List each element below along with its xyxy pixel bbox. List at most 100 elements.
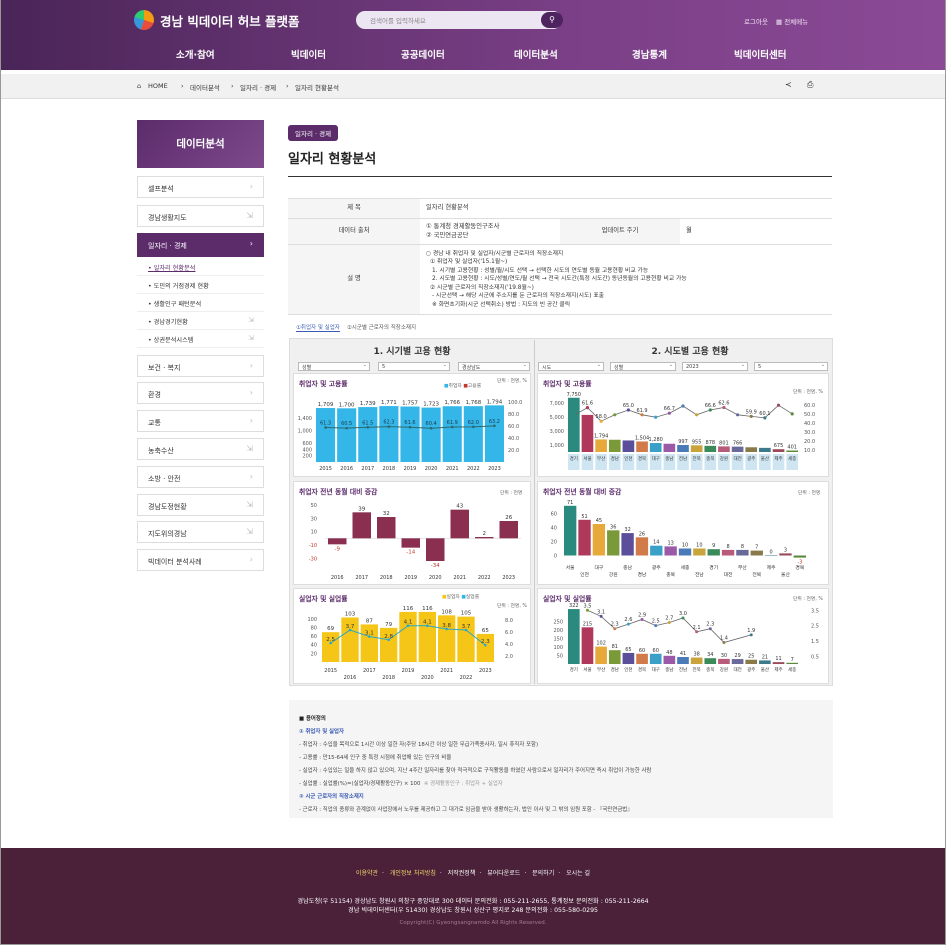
search-icon[interactable]: ⚲: [541, 12, 563, 28]
select-year[interactable]: 2023: [682, 362, 748, 371]
print-icon[interactable]: ⎙: [807, 80, 813, 90]
submenu-living-pop[interactable]: • 생활인구 패턴분석: [137, 294, 264, 312]
footer-link[interactable]: 이용약관: [356, 870, 378, 877]
nav-item-public-data[interactable]: 공공데이터: [401, 47, 445, 61]
share-icon[interactable]: ≺: [785, 80, 792, 89]
sidebar-item-map[interactable]: 지도위의경남 ⇲: [137, 521, 264, 543]
sidebar-item-environment[interactable]: 환경 ›: [137, 382, 264, 404]
nav-item-bigdata[interactable]: 빅데이터: [291, 47, 326, 61]
y-tick-label: 1,400: [298, 416, 312, 422]
data-label: 955: [692, 439, 702, 445]
submenu-economy[interactable]: • 경남경기현황 ⇲: [137, 312, 264, 330]
bar: [621, 533, 634, 556]
select-gender-right[interactable]: 성별: [610, 362, 676, 371]
y-tick-label: 50: [311, 503, 317, 509]
y-tick-label: 20: [551, 540, 557, 546]
footer-link[interactable]: 저작권정책: [448, 870, 476, 877]
x-tick-label: 대전: [724, 571, 733, 578]
x-tick-label: 2018: [380, 575, 393, 581]
bar: [721, 549, 735, 556]
breadcrumb-item: 일자리 현황분석: [295, 84, 339, 92]
chevron-right-icon: ›: [249, 239, 253, 248]
breadcrumb-item[interactable]: 데이터분석: [190, 82, 220, 92]
y-tick-label: 20.0: [804, 439, 815, 445]
footer-link[interactable]: 개인정보 처리방침: [390, 870, 436, 877]
data-label: 878: [706, 440, 716, 446]
chart-title: 취업자 전년 동월 대비 증감: [299, 488, 378, 496]
home-icon[interactable]: ⌂: [137, 82, 141, 90]
chevron-icon: ›: [231, 82, 234, 90]
y-tick-label: 60: [311, 634, 317, 640]
breadcrumb-home[interactable]: HOME: [148, 82, 168, 90]
logout-link[interactable]: 로그아웃: [744, 16, 768, 26]
nav-item-center[interactable]: 빅데이터센터: [734, 47, 786, 61]
nav-item-analysis[interactable]: 데이터분석: [514, 47, 558, 61]
x-tick-label: 인천: [580, 571, 589, 578]
sidebar-item-health[interactable]: 보건 · 복지 ›: [137, 355, 264, 377]
bar: [663, 443, 676, 452]
select-gender[interactable]: 성별: [298, 362, 370, 371]
sidebar-item-cases[interactable]: 빅데이터 분석사례 ›: [137, 549, 264, 571]
x-tick-label: 2017: [361, 466, 374, 472]
sidebar-item-agri[interactable]: 농축수산 ⇲: [137, 438, 264, 460]
submenu-commerce[interactable]: • 상권분석시스템 ⇲: [137, 330, 264, 348]
bar: [736, 549, 749, 556]
data-label: 2.3: [481, 639, 490, 645]
all-menu-button[interactable]: ▦ 전체메뉴: [776, 16, 808, 26]
site-logo[interactable]: 경남 빅데이터 허브 플랫폼: [134, 10, 300, 30]
nav-item-intro[interactable]: 소개·참여: [176, 47, 215, 61]
search-input[interactable]: 검색어를 입력하세요: [356, 11, 562, 29]
footer-link[interactable]: 문의하기: [532, 870, 554, 877]
bar: [731, 446, 744, 452]
x-tick-label: 2017: [355, 575, 368, 581]
x-tick-label: 충북: [706, 455, 714, 462]
x-tick-label: 대구: [594, 564, 603, 571]
tab-employment[interactable]: ①취업자 및 실업자: [296, 325, 340, 332]
sidebar-item-self[interactable]: 셀프분석 ›: [137, 176, 264, 198]
chart-change-region: 020406071514536 322614 13 10 10 9 8 8 70 3-3서울 대구 충…: [551, 500, 806, 578]
terms-section: ② 시군 근로자의 직장소재지: [299, 794, 364, 800]
data-label: 1,280: [649, 437, 663, 443]
sidebar-item-safety[interactable]: 소방 · 안전 ›: [137, 466, 264, 488]
y-tick-label: 40.0: [804, 421, 815, 427]
bar: [718, 446, 730, 452]
data-label: 401: [787, 445, 797, 451]
x-tick-label: 세종: [788, 666, 796, 673]
submenu-jobs-analysis[interactable]: • 일자리 현황분석: [137, 258, 264, 276]
select-month[interactable]: 5: [378, 362, 450, 371]
external-link-icon: ⇲: [246, 211, 253, 220]
data-label: 3.0: [679, 611, 687, 617]
value-cycle: 월: [680, 218, 832, 245]
select-sido[interactable]: 시도: [538, 362, 604, 371]
sidebar-item-traffic[interactable]: 교통 ›: [137, 410, 264, 432]
x-tick-label: 2022: [478, 575, 491, 581]
footer-link[interactable]: 뷰어다운로드: [487, 870, 520, 877]
rate-point: [429, 426, 433, 430]
y-tick-label: 40.0: [508, 436, 519, 442]
data-label: -3: [797, 560, 802, 566]
y-tick-label: 80: [311, 625, 317, 631]
sidebar-item-life-map[interactable]: 경남생활지도 ⇲: [137, 205, 264, 227]
submenu-base-economy[interactable]: • 도민의 거점경제 현황: [137, 276, 264, 294]
footer-link[interactable]: 오시는 길: [566, 870, 590, 877]
sidebar-item-jobs[interactable]: 일자리 · 경제 ›: [137, 233, 264, 257]
bar: [592, 524, 606, 556]
data-label: 3.8: [442, 623, 451, 629]
select-region[interactable]: 경상남도: [458, 362, 530, 371]
bar: [635, 537, 649, 556]
y-tick-label: 3,000: [550, 429, 564, 435]
nav-item-stats[interactable]: 경남통계: [632, 47, 667, 61]
data-label: 38: [693, 652, 699, 658]
x-tick-label: 2022: [467, 466, 480, 472]
data-label: 60: [639, 648, 645, 654]
tab-workplace[interactable]: ②시군별 근로자의 직장소재지: [347, 325, 416, 331]
sidebar-label: 셀프분석: [148, 185, 174, 193]
sidebar-item-gov[interactable]: 경남도정현황 ⇲: [137, 494, 264, 516]
sidebar-label: 환경: [148, 391, 161, 399]
chart-title: 취업자 및 고용률: [299, 380, 348, 388]
data-label: 32: [383, 511, 390, 517]
desc-line: 1. 시기별 고용현황 : 성별/월/시도 선택 → 선택한 시도의 연도별 동…: [432, 267, 649, 274]
rate-point: [735, 413, 740, 417]
breadcrumb-item[interactable]: 일자리 · 경제: [240, 82, 276, 92]
select-month-right[interactable]: 5: [754, 362, 828, 371]
